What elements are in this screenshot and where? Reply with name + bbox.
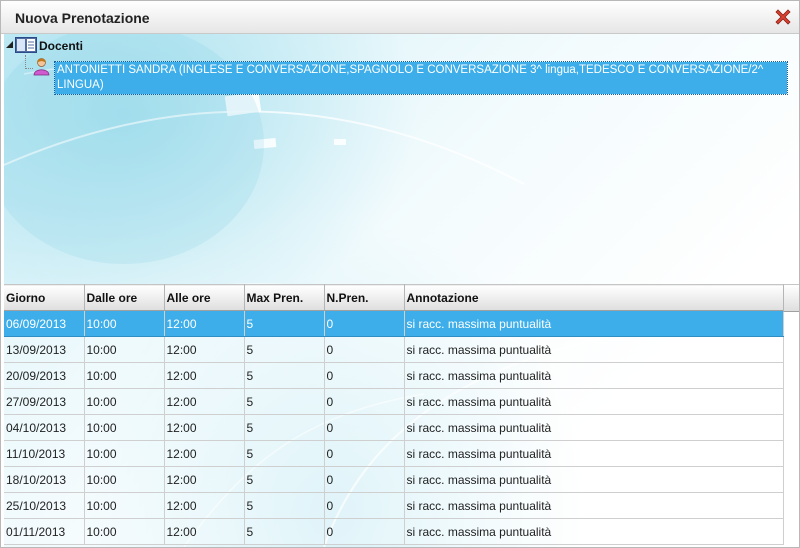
book-icon [15,37,37,53]
table-row[interactable]: 20/09/2013 10:00 12:00 5 0 si racc. massima p… [4,362,784,389]
column-header-alle-ore[interactable]: Alle ore [164,284,245,311]
teacher-tree: Docenti ANTONIETTI SANDRA (INGLESE E CON… [4,34,799,284]
cell-annotazione: si racc. massima puntualità [404,518,784,545]
column-header-n-pren[interactable]: N.Pren. [324,284,405,311]
cell-giorno: 13/09/2013 [4,336,85,363]
cell-giorno: 04/10/2013 [4,414,85,441]
table-row[interactable]: 06/09/2013 10:00 12:00 5 0 si racc. massima p… [4,310,784,337]
cell-max-pren: 5 [244,440,325,467]
dialog-title: Nuova Prenotazione [15,10,150,26]
cell-dalle-ore: 10:00 [84,362,165,389]
cell-n-pren: 0 [324,466,405,493]
cell-alle-ore: 12:00 [164,336,245,363]
person-icon [33,58,50,76]
cell-n-pren: 0 [324,336,405,363]
cell-annotazione: si racc. massima puntualità [404,310,784,337]
expander-triangle-icon[interactable] [6,41,13,48]
cell-max-pren: 5 [244,414,325,441]
column-header-annotazione[interactable]: Annotazione [404,284,784,311]
cell-max-pren: 5 [244,362,325,389]
table-header-row: Giorno Dalle ore Alle ore Max Pren. N.Pr… [4,284,784,311]
tree-node-teacher[interactable]: ANTONIETTI SANDRA (INGLESE E CONVERSAZIO… [54,61,788,95]
cell-n-pren: 0 [324,414,405,441]
cell-max-pren: 5 [244,466,325,493]
column-header-dalle-ore[interactable]: Dalle ore [84,284,165,311]
cell-n-pren: 0 [324,440,405,467]
column-header-giorno[interactable]: Giorno [4,284,85,311]
cell-max-pren: 5 [244,310,325,337]
cell-giorno: 18/10/2013 [4,466,85,493]
cell-alle-ore: 12:00 [164,492,245,519]
cell-annotazione: si racc. massima puntualità [404,388,784,415]
cell-alle-ore: 12:00 [164,440,245,467]
cell-alle-ore: 12:00 [164,310,245,337]
cell-max-pren: 5 [244,336,325,363]
table-row[interactable]: 25/10/2013 10:00 12:00 5 0 si racc. massima p… [4,492,784,519]
cell-annotazione: si racc. massima puntualità [404,362,784,389]
slots-table: Giorno Dalle ore Alle ore Max Pren. N.Pr… [4,284,784,545]
cell-dalle-ore: 10:00 [84,440,165,467]
cell-giorno: 06/09/2013 [4,310,85,337]
cell-dalle-ore: 10:00 [84,310,165,337]
cell-dalle-ore: 10:00 [84,492,165,519]
table-row[interactable]: 13/09/2013 10:00 12:00 5 0 si racc. massima p… [4,336,784,363]
cell-giorno: 20/09/2013 [4,362,85,389]
dialog-content: Docenti ANTONIETTI SANDRA (INGLESE E CON… [4,34,799,547]
table-row[interactable]: 27/09/2013 10:00 12:00 5 0 si racc. massima p… [4,388,784,415]
availability-table: Giorno Dalle ore Alle ore Max Pren. N.Pr… [4,284,799,547]
close-x-icon[interactable] [773,7,793,27]
cell-dalle-ore: 10:00 [84,336,165,363]
table-header-corner [783,284,799,312]
cell-alle-ore: 12:00 [164,518,245,545]
cell-max-pren: 5 [244,388,325,415]
table-row[interactable]: 18/10/2013 10:00 12:00 5 0 si racc. massima p… [4,466,784,493]
cell-n-pren: 0 [324,388,405,415]
cell-n-pren: 0 [324,518,405,545]
cell-annotazione: si racc. massima puntualità [404,466,784,493]
tree-node-label-docenti: Docenti [39,39,84,53]
table-row[interactable]: 11/10/2013 10:00 12:00 5 0 si racc. massima p… [4,440,784,467]
cell-alle-ore: 12:00 [164,362,245,389]
cell-giorno: 01/11/2013 [4,518,85,545]
cell-annotazione: si racc. massima puntualità [404,492,784,519]
cell-max-pren: 5 [244,518,325,545]
cell-max-pren: 5 [244,492,325,519]
tree-connector-line [25,55,33,69]
cell-giorno: 27/09/2013 [4,388,85,415]
cell-annotazione: si racc. massima puntualità [404,440,784,467]
cell-dalle-ore: 10:00 [84,414,165,441]
cell-dalle-ore: 10:00 [84,388,165,415]
cell-giorno: 11/10/2013 [4,440,85,467]
title-bar: Nuova Prenotazione [1,1,799,34]
cell-n-pren: 0 [324,310,405,337]
cell-dalle-ore: 10:00 [84,466,165,493]
column-header-max-pren[interactable]: Max Pren. [244,284,325,311]
cell-giorno: 25/10/2013 [4,492,85,519]
cell-dalle-ore: 10:00 [84,518,165,545]
cell-n-pren: 0 [324,362,405,389]
cell-n-pren: 0 [324,492,405,519]
table-row[interactable]: 01/11/2013 10:00 12:00 5 0 si racc. massima p… [4,518,784,545]
booking-dialog: Nuova Prenotazione Docenti ANTONIETTI SA… [0,0,800,548]
cell-alle-ore: 12:00 [164,466,245,493]
table-row[interactable]: 04/10/2013 10:00 12:00 5 0 si racc. massima p… [4,414,784,441]
cell-alle-ore: 12:00 [164,414,245,441]
cell-annotazione: si racc. massima puntualità [404,414,784,441]
cell-annotazione: si racc. massima puntualità [404,336,784,363]
cell-alle-ore: 12:00 [164,388,245,415]
